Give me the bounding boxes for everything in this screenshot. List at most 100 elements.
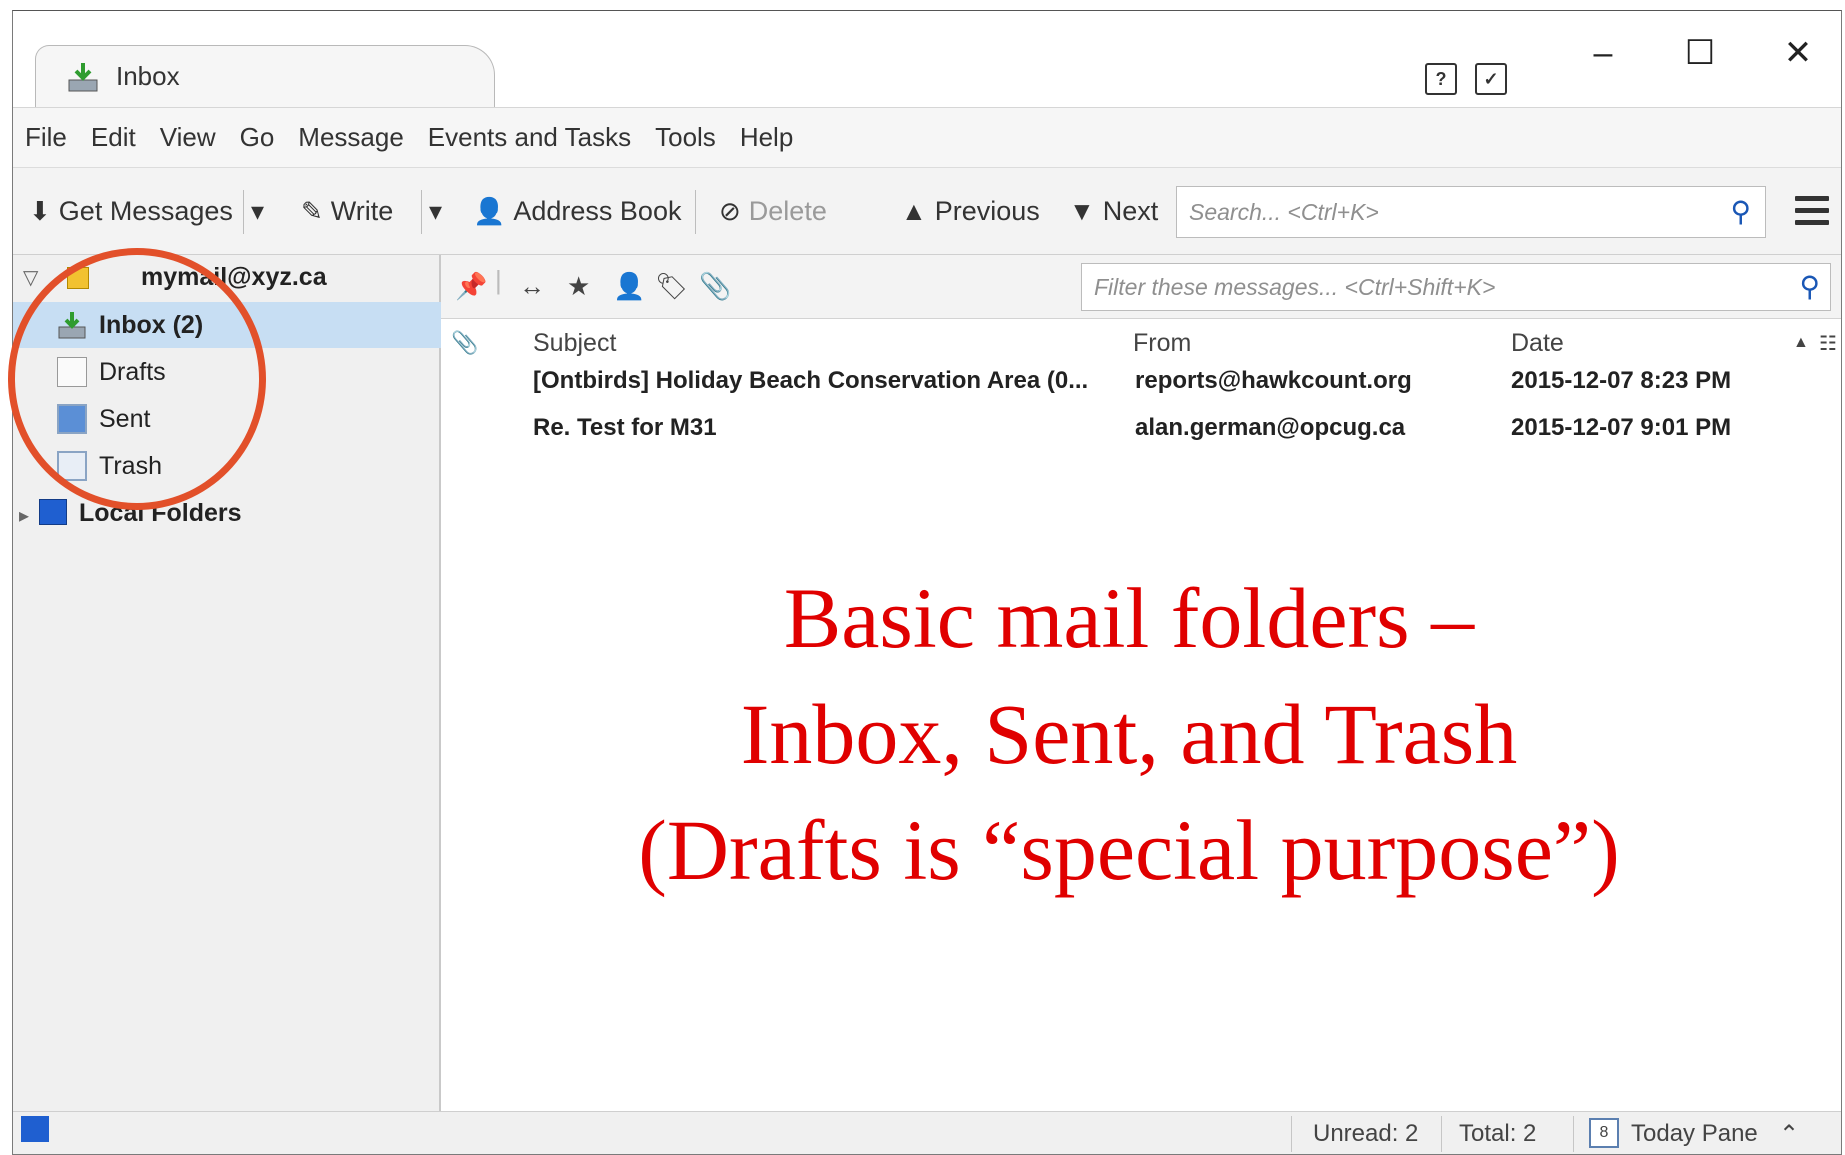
account-label: mymail@xyz.ca — [141, 263, 327, 291]
menu-file[interactable]: File — [25, 122, 67, 153]
message-subject: [Ontbirds] Holiday Beach Conservation Ar… — [533, 367, 1089, 394]
message-subject: Re. Test for M31 — [533, 414, 717, 441]
menu-help[interactable]: Help — [740, 122, 793, 153]
computer-icon — [39, 499, 67, 525]
sent-icon — [57, 404, 87, 434]
hamburger-line — [1795, 208, 1829, 213]
separator — [1573, 1116, 1574, 1152]
tag-filter-icon[interactable]: 🏷 — [655, 271, 688, 302]
delete-icon: ⊘ — [719, 195, 741, 226]
pencil-icon: ✎ — [301, 195, 323, 226]
expand-twisty-icon[interactable]: ▸ — [19, 503, 29, 528]
folder-inbox[interactable]: Inbox (2) — [13, 302, 441, 348]
folder-sent[interactable]: Sent — [13, 396, 441, 442]
search-input[interactable]: Search... <Ctrl+K> ⚲ — [1176, 186, 1766, 238]
get-messages-label: Get Messages — [58, 195, 233, 226]
online-status-icon[interactable] — [21, 1116, 49, 1142]
status-bar: Unread: 2 Total: 2 8 Today Pane ⌃ — [13, 1111, 1841, 1154]
unread-count: Unread: 2 — [1313, 1120, 1419, 1147]
menu-view[interactable]: View — [160, 122, 216, 153]
minimize-button[interactable]: – — [1573, 31, 1633, 75]
starred-filter-icon[interactable]: ★ — [567, 271, 590, 302]
contact-filter-icon[interactable]: 👤 — [613, 271, 645, 302]
up-arrow-icon: ▲ — [901, 195, 927, 226]
folder-sent-label: Sent — [99, 404, 151, 433]
delete-label: Delete — [748, 195, 827, 226]
local-folders-row[interactable]: ▸ Local Folders — [13, 491, 441, 537]
hamburger-line — [1795, 220, 1829, 225]
inbox-icon — [58, 312, 86, 339]
next-label: Next — [1102, 195, 1159, 226]
menu-go[interactable]: Go — [240, 122, 275, 153]
message-from: reports@hawkcount.org — [1135, 367, 1412, 394]
total-count: Total: 2 — [1459, 1120, 1537, 1147]
attachment-filter-icon[interactable]: 📎 — [699, 271, 731, 302]
address-book-label: Address Book — [513, 195, 682, 226]
separator — [695, 190, 696, 234]
hamburger-line — [1795, 196, 1829, 201]
get-messages-dropdown[interactable]: ▾ — [251, 188, 272, 234]
sticky-pin-icon[interactable]: 📌 — [455, 271, 487, 302]
quick-filter-bar: 📌 | ↔ ★ 👤 🏷 📎 Filter these messages... <… — [441, 255, 1841, 319]
annotation-line-2: Inbox, Sent, and Trash — [740, 686, 1518, 782]
account-row[interactable]: ▽ mymail@xyz.ca — [13, 255, 441, 301]
tasks-tab-icon[interactable]: ✓ — [1475, 63, 1507, 95]
address-book-tab-icon[interactable]: ? — [1425, 63, 1457, 95]
local-folders-label: Local Folders — [79, 499, 242, 527]
close-button[interactable]: ✕ — [1768, 31, 1828, 75]
maximize-button[interactable]: ☐ — [1670, 31, 1730, 75]
chevron-up-icon: ⌃ — [1779, 1121, 1800, 1148]
trash-icon — [57, 451, 87, 481]
today-pane-label: Today Pane — [1631, 1120, 1758, 1147]
next-button[interactable]: ▼ Next — [1069, 188, 1158, 234]
message-from: alan.german@opcug.ca — [1135, 414, 1406, 441]
menu-bar: File Edit View Go Message Events and Tas… — [13, 107, 1841, 167]
write-button[interactable]: ✎ Write — [301, 188, 393, 234]
message-date: 2015-12-07 8:23 PM — [1511, 367, 1732, 394]
message-row[interactable]: Re. Test for M31 alan.german@opcug.ca 20… — [441, 406, 1841, 452]
get-messages-button[interactable]: ⬇ Get Messages — [29, 188, 233, 234]
filter-placeholder: Filter these messages... <Ctrl+Shift+K> — [1094, 273, 1496, 300]
dropdown-arrow-icon: ▾ — [251, 195, 265, 226]
app-menu-button[interactable] — [1795, 196, 1829, 232]
delete-button[interactable]: ⊘ Delete — [719, 188, 827, 234]
tab-inbox[interactable]: Inbox — [35, 45, 495, 107]
calendar-icon: 8 — [1589, 1118, 1619, 1148]
download-icon: ⬇ — [29, 195, 51, 226]
menu-message[interactable]: Message — [298, 122, 404, 153]
message-row[interactable]: [Ontbirds] Holiday Beach Conservation Ar… — [441, 359, 1841, 405]
folder-trash[interactable]: Trash — [13, 443, 441, 489]
drafts-icon — [57, 357, 87, 387]
search-icon[interactable]: ⚲ — [1799, 270, 1820, 303]
address-book-button[interactable]: 👤 Address Book — [473, 188, 681, 234]
separator — [243, 190, 244, 234]
annotation-text: Basic mail folders – Inbox, Sent, and Tr… — [428, 560, 1830, 908]
menu-tools[interactable]: Tools — [655, 122, 716, 153]
filter-separator: | — [495, 265, 502, 295]
write-label: Write — [330, 195, 394, 226]
previous-button[interactable]: ▲ Previous — [901, 188, 1040, 234]
separator — [1441, 1116, 1442, 1152]
folder-drafts-label: Drafts — [99, 357, 166, 386]
filter-messages-input[interactable]: Filter these messages... <Ctrl+Shift+K> … — [1081, 263, 1831, 311]
search-icon[interactable]: ⚲ — [1730, 195, 1751, 228]
menu-edit[interactable]: Edit — [91, 122, 136, 153]
separator — [421, 190, 422, 234]
person-icon: 👤 — [473, 195, 506, 226]
collapse-twisty-icon[interactable]: ▽ — [23, 265, 38, 290]
account-icon — [67, 267, 89, 289]
main-toolbar: ⬇ Get Messages ▾ ✎ Write ▾ 👤 Address Boo… — [13, 167, 1841, 255]
menu-events-and-tasks[interactable]: Events and Tasks — [428, 122, 631, 153]
folder-trash-label: Trash — [99, 451, 162, 480]
title-bar: Inbox ? ✓ – ☐ ✕ — [13, 11, 1841, 107]
annotation-line-1: Basic mail folders – — [783, 570, 1475, 666]
folder-pane: ▽ mymail@xyz.ca Inbox (2) Drafts Sent Tr… — [13, 255, 441, 1111]
folder-drafts[interactable]: Drafts — [13, 349, 441, 395]
search-placeholder: Search... <Ctrl+K> — [1189, 198, 1379, 225]
write-dropdown[interactable]: ▾ — [429, 188, 450, 234]
annotation-line-3: (Drafts is “special purpose”) — [638, 802, 1620, 898]
inbox-icon — [68, 62, 98, 91]
down-arrow-icon: ▼ — [1069, 195, 1095, 226]
unread-filter-icon[interactable]: ↔ — [519, 271, 545, 302]
message-date: 2015-12-07 9:01 PM — [1511, 414, 1732, 441]
